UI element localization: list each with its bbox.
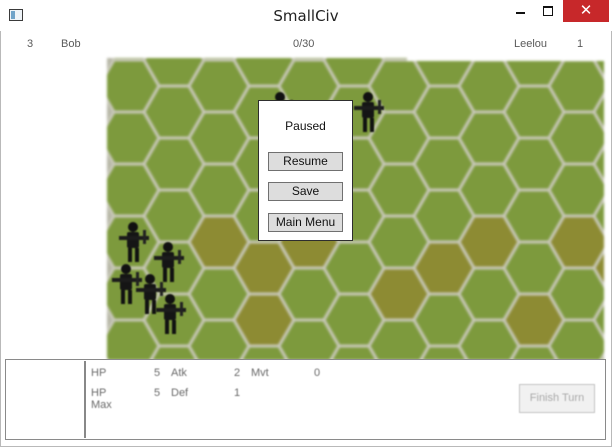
finish-turn-button[interactable]: Finish Turn xyxy=(519,384,595,413)
pause-title: Paused xyxy=(285,119,326,133)
soldier-icon xyxy=(156,294,186,334)
pause-dialog: Paused Resume Save Main Menu xyxy=(258,100,353,241)
title-bar: SmallCiv ✕ xyxy=(0,0,612,31)
save-button[interactable]: Save xyxy=(268,182,343,201)
mvt-value: 0 xyxy=(314,367,321,379)
player1-score: 3 xyxy=(27,38,34,50)
main-menu-button[interactable]: Main Menu xyxy=(268,213,343,232)
def-value: 1 xyxy=(234,387,241,399)
resume-button[interactable]: Resume xyxy=(268,152,343,171)
soldier-unit[interactable] xyxy=(152,292,192,343)
hp-max-label: HP Max xyxy=(91,387,112,411)
hp-max-value: 5 xyxy=(154,387,161,399)
hp-label: HP xyxy=(91,367,107,379)
turn-counter: 0/30 xyxy=(293,38,315,50)
soldier-icon xyxy=(354,92,384,132)
maximize-button[interactable] xyxy=(533,0,563,22)
atk-label: Atk xyxy=(171,367,187,379)
minimize-button[interactable] xyxy=(505,0,535,22)
close-button[interactable]: ✕ xyxy=(563,0,609,22)
soldier-unit[interactable] xyxy=(350,90,390,141)
soldier-icon xyxy=(119,222,149,262)
map-edge xyxy=(407,58,604,61)
hp-value: 5 xyxy=(154,367,161,379)
score-bar: 3 Bob 0/30 Leelou 1 xyxy=(8,35,605,57)
atk-value: 2 xyxy=(234,367,241,379)
player2-score: 1 xyxy=(577,38,584,50)
player1-name: Bob xyxy=(61,38,81,50)
player2-name: Leelou xyxy=(514,38,548,50)
unit-portrait xyxy=(8,361,86,438)
mvt-label: Mvt xyxy=(251,367,269,379)
def-label: Def xyxy=(171,387,189,399)
